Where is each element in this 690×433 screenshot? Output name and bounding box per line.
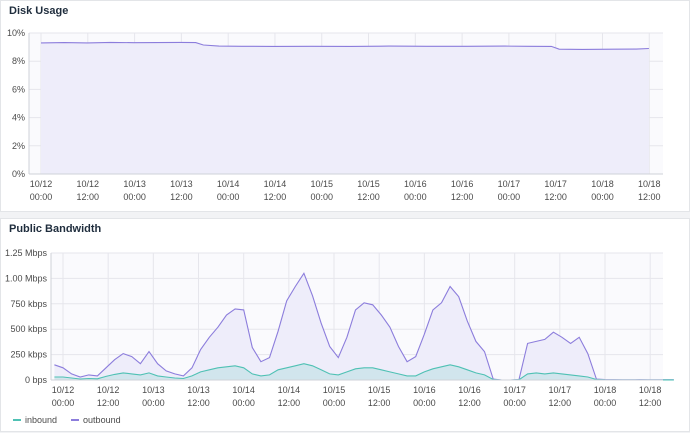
x-tick-label: 00:00 bbox=[310, 192, 333, 202]
x-tick-label: 10/14 bbox=[264, 179, 287, 189]
legend-outbound-swatch bbox=[71, 419, 80, 421]
y-tick-label: 0 bps bbox=[25, 375, 48, 385]
y-tick-label: 1.25 Mbps bbox=[5, 248, 48, 258]
y-tick-label: 250 kbps bbox=[10, 350, 47, 360]
legend-outbound[interactable]: outbound bbox=[71, 415, 121, 425]
y-tick-label: 6% bbox=[12, 84, 25, 94]
bandwidth-panel: Public Bandwidth 0 bps 250 kbps 500 kbps 75… bbox=[0, 218, 690, 432]
x-tick-label: 12:00 bbox=[451, 192, 474, 202]
x-tick-label: 00:00 bbox=[498, 192, 521, 202]
x-tick-label: 10/15 bbox=[368, 385, 391, 395]
x-tick-label: 12:00 bbox=[368, 398, 391, 408]
x-tick-label: 00:00 bbox=[123, 192, 146, 202]
y-tick-label: 750 kbps bbox=[10, 299, 47, 309]
y-tick-label: 1.00 Mbps bbox=[5, 273, 48, 283]
disk-usage-chart: 0% 2% 4% 6% 8% 10% 10/12 00:00 10/12 12:00 10/13 00… bbox=[7, 28, 663, 202]
x-tick-label: 10/12 bbox=[77, 179, 100, 189]
y-tick-label: 500 kbps bbox=[10, 324, 47, 334]
x-tick-label: 12:00 bbox=[264, 192, 287, 202]
x-tick-label: 10/13 bbox=[187, 385, 210, 395]
legend-inbound-label: inbound bbox=[25, 415, 58, 425]
x-tick-label: 10/15 bbox=[310, 179, 333, 189]
x-tick-label: 00:00 bbox=[217, 192, 240, 202]
x-tick-label: 10/18 bbox=[639, 385, 662, 395]
x-tick-label: 00:00 bbox=[232, 398, 255, 408]
legend-inbound-swatch bbox=[13, 419, 21, 421]
bandwidth-legend: inbound outbound bbox=[13, 415, 121, 425]
legend-inbound[interactable]: inbound bbox=[13, 415, 57, 425]
x-tick-label: 00:00 bbox=[404, 192, 427, 202]
x-tick-label: 00:00 bbox=[52, 398, 75, 408]
x-tick-label: 10/17 bbox=[544, 179, 567, 189]
disk-usage-panel: Disk Usage 0% 2% 4% 6% 8% 10% 10/12 00:00 10/12 1… bbox=[0, 0, 690, 212]
x-tick-label: 10/14 bbox=[217, 179, 240, 189]
legend-outbound-label: outbound bbox=[83, 415, 121, 425]
x-tick-label: 00:00 bbox=[142, 398, 165, 408]
y-tick-label: 0% bbox=[12, 169, 25, 179]
x-tick-label: 00:00 bbox=[323, 398, 346, 408]
x-tick-label: 10/18 bbox=[594, 385, 617, 395]
x-tick-label: 12:00 bbox=[639, 398, 662, 408]
x-tick-label: 10/17 bbox=[498, 179, 521, 189]
series-area-disk bbox=[41, 42, 649, 175]
x-tick-label: 00:00 bbox=[30, 192, 53, 202]
x-tick-label: 10/15 bbox=[357, 179, 380, 189]
x-tick-label: 10/18 bbox=[591, 179, 614, 189]
x-tick-label: 00:00 bbox=[591, 192, 614, 202]
x-tick-label: 10/12 bbox=[52, 385, 75, 395]
x-tick-label: 10/16 bbox=[413, 385, 436, 395]
x-tick-label: 10/18 bbox=[638, 179, 661, 189]
x-tick-label: 12:00 bbox=[170, 192, 193, 202]
x-tick-label: 12:00 bbox=[357, 192, 380, 202]
x-tick-label: 10/12 bbox=[30, 179, 53, 189]
x-tick-label: 10/13 bbox=[142, 385, 165, 395]
x-tick-label: 12:00 bbox=[187, 398, 210, 408]
x-tick-label: 12:00 bbox=[638, 192, 661, 202]
x-tick-label: 12:00 bbox=[77, 192, 100, 202]
x-tick-label: 00:00 bbox=[413, 398, 436, 408]
x-tick-label: 00:00 bbox=[594, 398, 617, 408]
x-tick-label: 10/16 bbox=[451, 179, 474, 189]
bandwidth-chart: 0 bps 250 kbps 500 kbps 750 kbps 1.00 Mbps 1.… bbox=[5, 248, 674, 408]
x-tick-label: 10/16 bbox=[404, 179, 427, 189]
x-tick-label: 12:00 bbox=[97, 398, 120, 408]
x-tick-label: 12:00 bbox=[544, 192, 567, 202]
x-tick-label: 10/14 bbox=[278, 385, 301, 395]
x-tick-label: 10/16 bbox=[458, 385, 481, 395]
x-tick-label: 10/14 bbox=[232, 385, 255, 395]
x-tick-label: 10/13 bbox=[123, 179, 146, 189]
x-tick-label: 10/15 bbox=[323, 385, 346, 395]
y-tick-label: 2% bbox=[12, 141, 25, 151]
x-tick-label: 10/17 bbox=[549, 385, 572, 395]
x-tick-label: 12:00 bbox=[458, 398, 481, 408]
x-tick-label: 00:00 bbox=[503, 398, 526, 408]
x-tick-label: 10/13 bbox=[170, 179, 193, 189]
x-tick-label: 10/12 bbox=[97, 385, 120, 395]
y-tick-label: 10% bbox=[7, 28, 25, 38]
x-tick-label: 12:00 bbox=[278, 398, 301, 408]
x-tick-label: 10/17 bbox=[503, 385, 526, 395]
y-tick-label: 4% bbox=[12, 113, 25, 123]
x-tick-label: 12:00 bbox=[549, 398, 572, 408]
y-tick-label: 8% bbox=[12, 56, 25, 66]
